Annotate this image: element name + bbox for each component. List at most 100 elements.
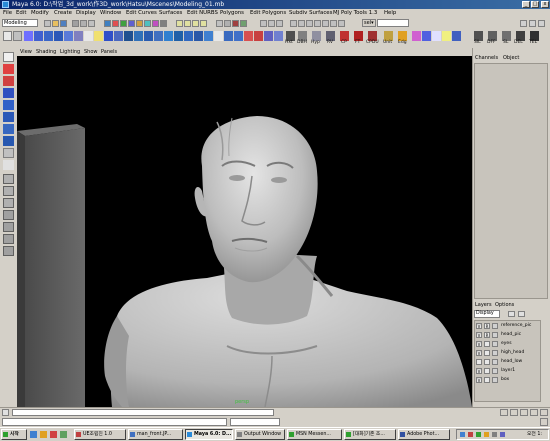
tool-icon-c[interactable]	[452, 31, 461, 41]
new-layer-selected-icon[interactable]	[518, 311, 525, 317]
rename-icon[interactable]	[268, 20, 275, 27]
cut-faces-icon[interactable]	[184, 31, 193, 41]
toggle-icon-7[interactable]	[338, 20, 345, 27]
panel-menu-view[interactable]: View	[20, 48, 32, 56]
taskbar-item-active[interactable]: Maya 6.0: D...	[185, 429, 233, 440]
poly-cone-icon[interactable]	[54, 31, 63, 41]
layer-display-dropdown[interactable]: Display	[474, 310, 500, 318]
quicklaunch-folder-icon[interactable]	[40, 431, 47, 438]
tool-icon-a[interactable]	[432, 31, 441, 41]
mirror-icon[interactable]	[194, 31, 203, 41]
manipulator-tool-icon[interactable]	[3, 124, 14, 134]
quicklaunch-ie-icon[interactable]	[30, 431, 37, 438]
quicklaunch-desktop-icon[interactable]	[60, 431, 67, 438]
menu-polygons[interactable]: Polygons	[220, 9, 244, 18]
tray-app-icon[interactable]	[484, 432, 489, 437]
snap-point-icon[interactable]	[192, 20, 199, 27]
last-tool-icon[interactable]	[3, 160, 14, 170]
mode-select[interactable]: Modeling	[2, 19, 38, 27]
maximize-button[interactable]: □	[531, 1, 539, 8]
ball-tool-icon[interactable]	[422, 31, 431, 41]
taskbar-item[interactable]: Adobe Phot...	[398, 429, 450, 440]
extrude-face-icon[interactable]	[104, 31, 113, 41]
quicklaunch-media-icon[interactable]	[50, 431, 57, 438]
show-manipulator-icon[interactable]	[3, 148, 14, 158]
layer-reference-toggle[interactable]	[484, 341, 490, 347]
layer-reference-toggle[interactable]	[484, 368, 490, 374]
combine-icon[interactable]	[84, 31, 93, 41]
lasso-tool-icon[interactable]	[3, 64, 14, 74]
minimize-button[interactable]: _	[522, 1, 530, 8]
layer-visibility-toggle[interactable]: V	[476, 332, 482, 338]
snap-curve-icon[interactable]	[184, 20, 191, 27]
select-component-icon[interactable]	[88, 20, 95, 27]
start-button[interactable]: 시작	[1, 429, 27, 440]
layer-reference-toggle[interactable]: R	[484, 323, 490, 329]
select-by-name-icon[interactable]	[260, 20, 267, 27]
shelf-tab-icon[interactable]	[13, 31, 22, 41]
wedge-icon[interactable]	[264, 31, 273, 41]
layer-row[interactable]: V R head_pic	[474, 331, 548, 339]
show-channel-box-icon[interactable]	[538, 20, 545, 27]
layer-color-swatch[interactable]	[492, 377, 498, 383]
single-pane-layout-icon[interactable]	[3, 174, 14, 184]
poly-plane-icon[interactable]	[64, 31, 73, 41]
selection-mode-dropdown[interactable]: sel▾	[362, 19, 376, 27]
separate-icon[interactable]	[94, 31, 103, 41]
menu-display[interactable]: Display	[76, 9, 96, 18]
save-scene-icon[interactable]	[60, 20, 67, 27]
menu-surfaces[interactable]: Surfaces	[159, 9, 182, 18]
menu-mj-poly-tools[interactable]: MJ Poly Tools 1.3	[333, 9, 377, 18]
taskbar-item[interactable]: [대화]기존 조...	[344, 429, 396, 440]
layer-visibility-toggle[interactable]: V	[476, 341, 482, 347]
bevel-icon[interactable]	[154, 31, 163, 41]
layer-visibility-toggle[interactable]: V	[476, 377, 482, 383]
playback-icon-4[interactable]	[530, 409, 538, 416]
toggle-icon-4[interactable]	[314, 20, 321, 27]
move-tool-icon[interactable]	[3, 88, 14, 98]
mask-rendering-icon[interactable]	[152, 20, 159, 27]
show-attribute-editor-icon[interactable]	[520, 20, 527, 27]
rotate-tool-icon[interactable]	[3, 100, 14, 110]
menu-edit-curves[interactable]: Edit Curves	[126, 9, 157, 18]
panel-menu-show[interactable]: Show	[84, 48, 98, 56]
layer-visibility-toggle[interactable]: V	[476, 323, 482, 329]
tray-antivirus-icon[interactable]	[468, 432, 473, 437]
render-globals-icon[interactable]	[240, 20, 247, 27]
append-poly-icon[interactable]	[164, 31, 173, 41]
playback-icon-3[interactable]	[520, 409, 528, 416]
tray-volume-icon[interactable]	[492, 432, 497, 437]
mask-curves-icon[interactable]	[120, 20, 127, 27]
paint-select-tool-icon[interactable]	[3, 76, 14, 86]
taskbar-item[interactable]: MSN Messen...	[287, 429, 342, 440]
new-layer-icon[interactable]	[508, 311, 515, 317]
layer-reference-toggle[interactable]	[484, 350, 490, 356]
layer-row[interactable]: V R reference_pic	[474, 322, 548, 330]
two-pane-layout-icon[interactable]	[3, 198, 14, 208]
panel-menu-lighting[interactable]: Lighting	[60, 48, 80, 56]
poly-sphere-icon[interactable]	[24, 31, 33, 41]
script-icon[interactable]	[2, 409, 9, 416]
render-icon[interactable]	[224, 20, 231, 27]
collapse-icon[interactable]	[234, 31, 243, 41]
menu-subdiv-surfaces[interactable]: Subdiv Surfaces	[289, 9, 332, 18]
render-layout-icon[interactable]	[3, 246, 14, 256]
four-pane-layout-icon[interactable]	[3, 186, 14, 196]
hypergraph-layout-icon[interactable]	[3, 222, 14, 232]
playback-icon-5[interactable]	[540, 409, 548, 416]
tab-layers[interactable]: Layers	[475, 302, 492, 308]
layer-row[interactable]: V layer1	[474, 367, 548, 375]
new-scene-icon[interactable]	[44, 20, 51, 27]
layer-visibility-toggle[interactable]: V	[476, 368, 482, 374]
menu-file[interactable]: File	[3, 9, 12, 18]
ipr-render-icon[interactable]	[232, 20, 239, 27]
menu-create[interactable]: Create	[54, 9, 72, 18]
tray-messenger-icon[interactable]	[476, 432, 481, 437]
mask-handles-icon[interactable]	[104, 20, 111, 27]
menu-edit[interactable]: Edit	[16, 9, 26, 18]
extrude-edge-icon[interactable]	[114, 31, 123, 41]
mask-surfaces-icon[interactable]	[128, 20, 135, 27]
toggle-icon-3[interactable]	[306, 20, 313, 27]
panel-menu-shading[interactable]: Shading	[36, 48, 56, 56]
menu-help[interactable]: Help	[384, 9, 396, 18]
